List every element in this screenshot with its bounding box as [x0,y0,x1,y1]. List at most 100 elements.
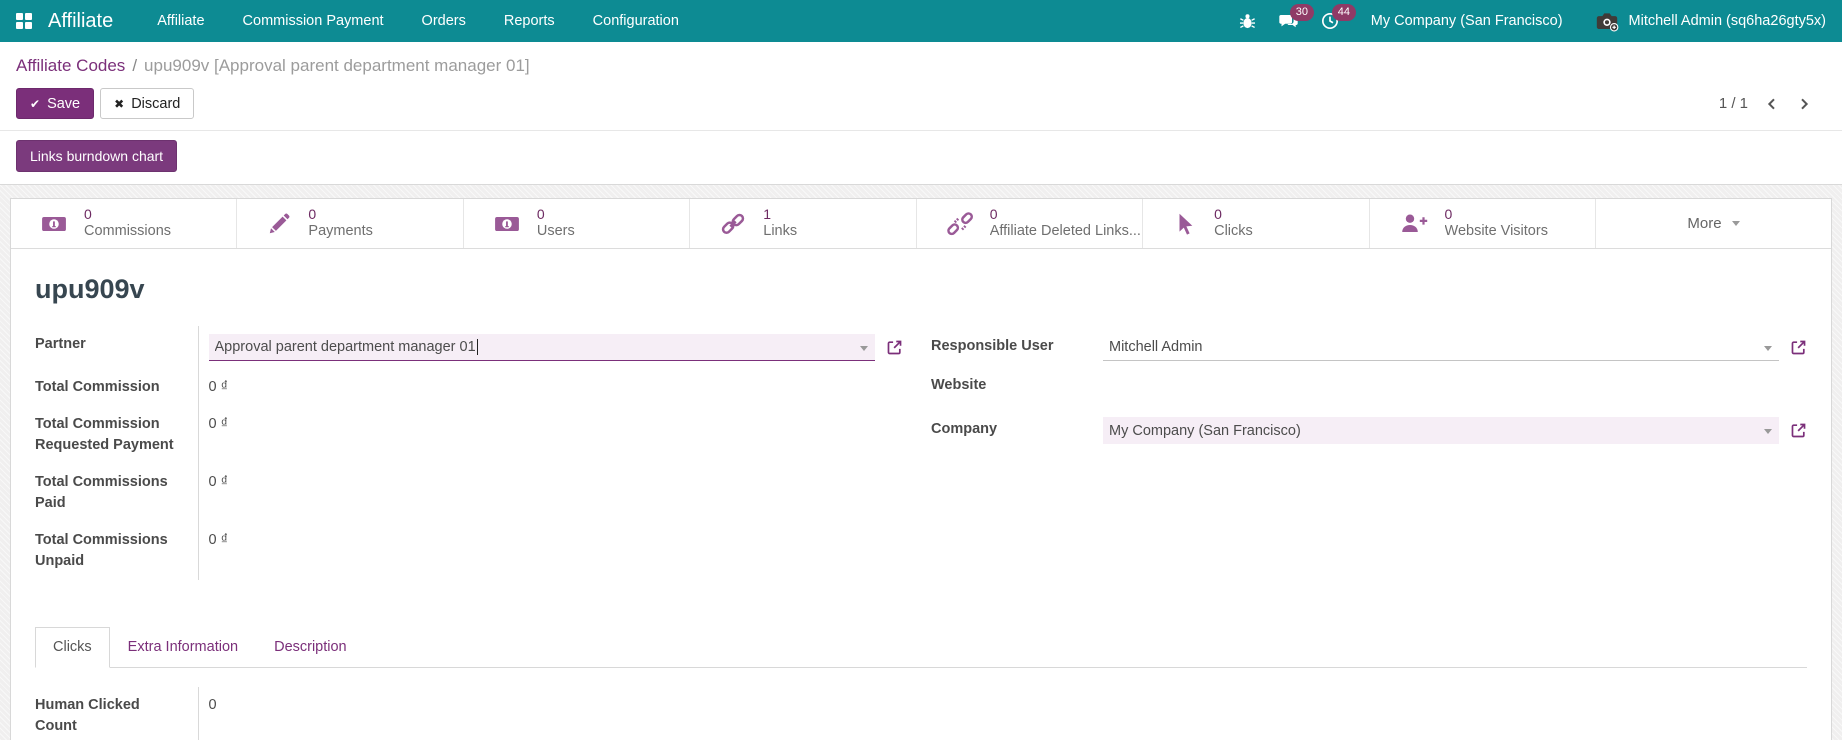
more-label: More [1687,215,1722,232]
human-clicked-count-value: 0 [197,687,903,740]
dropdown-caret-icon[interactable] [1764,429,1772,434]
text-cursor [476,339,478,355]
messages-icon[interactable]: 30 [1278,3,1314,32]
menu-commission-payment[interactable]: Commission Payment [243,13,384,29]
total-commissions-unpaid-value: 0 ₫ [197,522,903,580]
mouse-pointer-icon [1173,212,1197,236]
more-button[interactable]: More [1596,199,1831,248]
stat-button-links[interactable]: 1 Links [690,199,917,248]
stat-value: 0 [989,206,998,223]
save-label: Save [47,95,81,112]
stat-button-website-visitors[interactable]: 0 Website Visitors [1370,199,1596,248]
money-icon [494,211,520,237]
menu-reports[interactable]: Reports [504,13,555,29]
stat-button-clicks[interactable]: 0 Clicks [1143,199,1370,248]
field-row-partner: Partner Approval parent department manag… [35,326,903,369]
responsible-user-input[interactable]: Mitchell Admin [1103,334,1779,361]
stat-label: Users [536,223,575,240]
company-external-link-icon[interactable] [1790,422,1807,439]
user-menu[interactable]: Mitchell Admin (sq6ha26gty5x) [1594,8,1826,34]
total-commissions-unpaid-label: Total Commissions Unpaid [35,532,168,569]
tab-extra-information[interactable]: Extra Information [110,627,256,668]
stat-value: 0 [1214,206,1222,223]
breadcrumb: Affiliate Codes / upu909v [Approval parent… [0,42,1842,78]
chain-icon [720,211,746,237]
pencil-icon [267,212,291,236]
stat-button-commissions[interactable]: 0 Commissions [11,199,238,248]
stat-button-users[interactable]: 0 Users [464,199,691,248]
form-sheet: 0 Commissions 0 Payments 0 Users 1 Links 0 Af… [10,198,1832,740]
stat-label: Links [763,223,798,240]
website-input[interactable] [1103,373,1807,400]
form-right-column: Responsible User Mitchell Admin Website … [931,326,1807,456]
dropdown-caret-icon[interactable] [860,346,868,351]
website-label: Website [931,377,987,393]
human-clicked-count-label: Human Clicked Count [35,697,140,734]
money-icon [41,211,67,237]
apps-menu-icon[interactable] [16,13,32,29]
menu-orders[interactable]: Orders [422,13,466,29]
breadcrumb-separator: / [132,56,138,75]
webclient-background: 0 Commissions 0 Payments 0 Users 1 Links 0 Af… [0,185,1842,740]
partner-value: Approval parent department manager 01 [214,338,476,355]
stat-value: 1 [763,206,772,223]
total-commission-requested-payment-label: Total Commission Requested Payment [35,416,174,453]
messages-badge: 30 [1289,3,1314,21]
pager-next-button[interactable] [1796,96,1812,112]
responsible-user-value: Mitchell Admin [1109,339,1203,355]
field-row-company: Company My Company (San Francisco) [931,417,1807,444]
user-name: Mitchell Admin (sq6ha26gty5x) [1628,13,1826,29]
clicks-tab-content: Human Clicked Count 0 Bot Clicked Count … [35,668,1807,740]
field-row-human-clicked-count: Human Clicked Count 0 [35,687,903,740]
stat-button-payments[interactable]: 0 Payments [237,199,464,248]
partner-input[interactable]: Approval parent department manager 01 [208,334,875,361]
avatar-camera-icon [1594,8,1620,34]
activities-clock-icon[interactable]: 44 [1320,4,1356,31]
discard-button[interactable]: ✖ Discard [100,88,195,119]
field-row-responsible-user: Responsible User Mitchell Admin [931,334,1807,361]
total-commission-label: Total Commission [35,379,160,395]
stat-label: Website Visitors [1444,223,1548,240]
control-panel: Affiliate Codes / upu909v [Approval parent… [0,42,1842,185]
total-commission-requested-payment-value: 0 ₫ [197,406,903,464]
company-switcher[interactable]: My Company (San Francisco) [1371,13,1563,29]
stat-label: Payments [308,223,373,240]
bug-icon[interactable] [1238,12,1257,31]
notebook-tabs: Clicks Extra Information Description [35,627,1807,668]
record-title: upu909v [35,274,145,304]
activities-badge: 44 [1331,4,1356,21]
total-commission-value: 0 ₫ [197,369,903,406]
tab-clicks[interactable]: Clicks [35,627,110,668]
dropdown-caret-icon[interactable] [1764,346,1772,351]
company-input[interactable]: My Company (San Francisco) [1103,417,1779,444]
breadcrumb-current: upu909v [Approval parent department mana… [144,56,530,75]
stat-label: Clicks [1214,223,1253,240]
close-icon: ✖ [114,96,125,111]
field-row-total-commission-requested-payment: Total Commission Requested Payment 0 ₫ [35,406,903,464]
stat-label: Commissions [84,223,172,240]
stat-button-affiliate-deleted-links[interactable]: 0 Affiliate Deleted Links... [917,199,1144,248]
field-row-total-commissions-paid: Total Commissions Paid 0 ₫ [35,464,903,522]
field-row-total-commissions-unpaid: Total Commissions Unpaid 0 ₫ [35,522,903,580]
total-commissions-paid-value: 0 ₫ [197,464,903,522]
tab-description[interactable]: Description [256,627,365,668]
links-burndown-chart-button[interactable]: Links burndown chart [16,140,178,172]
stat-value: 0 [308,206,317,223]
partner-external-link-icon[interactable] [886,339,903,356]
field-row-website: Website [931,373,1807,405]
app-brand: Affiliate [48,9,114,32]
responsible-user-external-link-icon[interactable] [1790,339,1807,356]
field-row-total-commission: Total Commission 0 ₫ [35,369,903,406]
company-label: Company [931,421,998,437]
menu-configuration[interactable]: Configuration [593,13,679,29]
pager-count: 1 / 1 [1718,95,1748,112]
pager: 1 / 1 [1719,95,1812,112]
menu-affiliate[interactable]: Affiliate [157,13,204,29]
partner-label: Partner [35,336,86,352]
user-plus-icon [1400,211,1428,236]
save-button[interactable]: ✔ Save [16,88,95,119]
breadcrumb-affiliate-codes[interactable]: Affiliate Codes [16,56,125,75]
pager-previous-button[interactable] [1764,96,1780,112]
form-left-column: Partner Approval parent department manag… [35,326,903,580]
stat-value: 0 [536,206,545,223]
